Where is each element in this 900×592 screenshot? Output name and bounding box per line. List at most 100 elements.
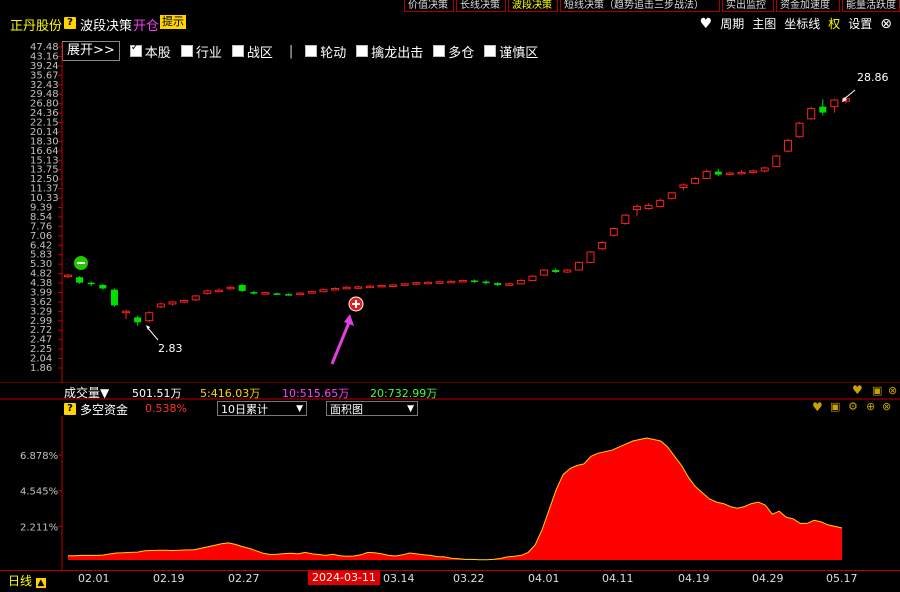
- volume-menu-icon[interactable]: ▣: [872, 384, 882, 397]
- candle-body[interactable]: [99, 284, 107, 289]
- candle-body[interactable]: [342, 286, 351, 290]
- candle-body[interactable]: [250, 292, 258, 294]
- candle-body[interactable]: [760, 167, 769, 172]
- candle-body[interactable]: [494, 283, 502, 285]
- signals: 2.83 28.86: [74, 71, 889, 365]
- candle-body[interactable]: [76, 277, 84, 283]
- candle-body[interactable]: [528, 275, 537, 281]
- candle-body[interactable]: [574, 261, 583, 271]
- candle-body[interactable]: [296, 292, 305, 296]
- candle-body[interactable]: [691, 177, 700, 184]
- date-tick-label: 04.01: [528, 572, 560, 585]
- date-tick-label: 04.19: [678, 572, 710, 585]
- candle-body[interactable]: [203, 290, 212, 294]
- daily-period-button[interactable]: 日线 ▲: [8, 572, 46, 589]
- date-tick-label: 04.29: [752, 572, 784, 585]
- candle-body[interactable]: [412, 282, 421, 285]
- candle-body[interactable]: [586, 251, 595, 263]
- date-tick-label: 02.01: [78, 572, 110, 585]
- candle-body[interactable]: [458, 279, 467, 283]
- candle-body[interactable]: [156, 303, 165, 308]
- candle-body[interactable]: [598, 242, 607, 250]
- warning-icon: ▲: [35, 578, 46, 588]
- date-tick-label: 03.22: [453, 572, 485, 585]
- indicator-axis: 6.878% 4.545% 2.211%: [20, 451, 62, 533]
- candle-body[interactable]: [307, 291, 316, 294]
- candle-body[interactable]: [134, 317, 142, 323]
- candle-body[interactable]: [749, 170, 758, 173]
- candle-body[interactable]: [145, 312, 154, 322]
- date-tick-label: 02.19: [153, 572, 185, 585]
- candle-body[interactable]: [644, 204, 653, 210]
- candle-body[interactable]: [621, 214, 630, 224]
- candle-body[interactable]: [505, 283, 514, 286]
- candle-body[interactable]: [261, 292, 270, 295]
- candle-body[interactable]: [772, 155, 781, 168]
- capital-flow-chart[interactable]: 6.878% 4.545% 2.211%: [0, 398, 900, 570]
- candle-body[interactable]: [470, 280, 478, 282]
- candle-body[interactable]: [191, 295, 200, 301]
- candle-body[interactable]: [273, 293, 281, 295]
- candle-body[interactable]: [447, 280, 456, 284]
- candle-body[interactable]: [819, 106, 827, 113]
- candle-body[interactable]: [795, 122, 804, 138]
- candle-body[interactable]: [214, 289, 223, 293]
- candle-body[interactable]: [830, 99, 839, 108]
- candle-body[interactable]: [180, 299, 189, 303]
- candle-body[interactable]: [331, 287, 340, 291]
- candle-body[interactable]: [552, 270, 560, 273]
- candle-body[interactable]: [516, 279, 525, 285]
- volume-close-icon[interactable]: ⊗: [888, 384, 897, 397]
- candle-body[interactable]: [110, 289, 118, 306]
- indicator-tick-label: 6.878%: [20, 451, 58, 462]
- candle-body[interactable]: [783, 139, 792, 152]
- candle-body[interactable]: [389, 284, 398, 287]
- candle-body[interactable]: [807, 108, 816, 120]
- sell-signal-minus: [77, 262, 85, 264]
- cursor-date-label: 2024-03-11: [308, 571, 380, 585]
- candle-body[interactable]: [365, 285, 374, 289]
- candle-body[interactable]: [667, 192, 676, 199]
- capital-flow-area: [68, 438, 842, 560]
- candle-body[interactable]: [377, 284, 386, 288]
- candle-body[interactable]: [540, 269, 549, 276]
- candle-body[interactable]: [632, 205, 641, 211]
- magenta-arrow-shaft: [330, 319, 352, 365]
- candle-body[interactable]: [226, 286, 235, 290]
- candle-body[interactable]: [87, 282, 95, 285]
- candle-body[interactable]: [725, 172, 734, 176]
- candle-body[interactable]: [64, 274, 72, 278]
- low-price-label: 2.83: [158, 342, 183, 355]
- date-tick-label: 05.17: [826, 572, 858, 585]
- candle-body[interactable]: [656, 199, 665, 207]
- candle-body[interactable]: [435, 281, 444, 284]
- date-tick-label: 02.27: [228, 572, 260, 585]
- date-tick-label: 03.14: [383, 572, 415, 585]
- price-tick-label: 1.86: [30, 363, 52, 374]
- buy-signal-plus-v: [355, 300, 357, 308]
- date-tick-label: 04.11: [602, 572, 634, 585]
- volume-bar: 成交量▼ 501.51万 5:416.03万 10:515.65万 20:732…: [0, 383, 900, 400]
- candle-body[interactable]: [679, 184, 688, 188]
- candle-body[interactable]: [737, 171, 746, 175]
- candle-body[interactable]: [285, 294, 293, 296]
- price-chart[interactable]: 47.4843.1639.2435.6732.4329.4826.8024.36…: [0, 0, 900, 383]
- candle-body[interactable]: [714, 171, 722, 175]
- candle-body[interactable]: [122, 310, 131, 314]
- high-price-label: 28.86: [857, 71, 889, 84]
- candle-body[interactable]: [423, 281, 432, 285]
- indicator-tick-label: 2.211%: [20, 522, 58, 533]
- candle-body[interactable]: [400, 283, 409, 286]
- candle-body[interactable]: [702, 171, 711, 179]
- candle-body[interactable]: [609, 228, 618, 236]
- candle-body[interactable]: [319, 289, 328, 293]
- candle-body[interactable]: [238, 284, 246, 291]
- volume-heart-icon[interactable]: ♥: [852, 383, 863, 397]
- candles: [64, 96, 850, 326]
- candle-body[interactable]: [563, 269, 572, 273]
- candle-body[interactable]: [482, 281, 490, 284]
- price-axis: 47.4843.1639.2435.6732.4329.4826.8024.36…: [30, 42, 62, 374]
- candle-body[interactable]: [354, 286, 363, 289]
- date-axis-bar: 日线 ▲ 02.01 02.19 02.27 03.14 03.22 04.01 04.11…: [0, 570, 900, 592]
- candle-body[interactable]: [168, 301, 177, 305]
